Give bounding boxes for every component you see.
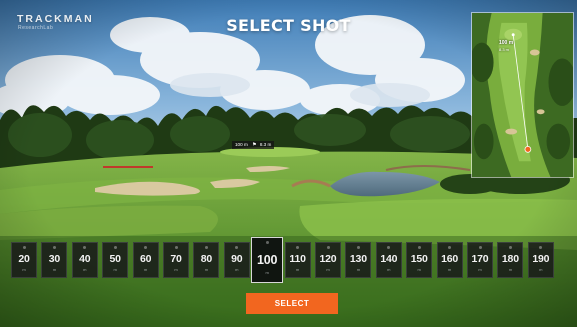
tile-dot-icon: [508, 246, 512, 249]
distance-unit: m: [204, 267, 209, 272]
distance-value: 50: [109, 253, 121, 265]
distance-value: 20: [18, 253, 30, 265]
minimap-distance-label: 100 m: [499, 40, 514, 46]
distance-option-80[interactable]: 80 m: [193, 242, 220, 278]
distance-unit: m: [265, 270, 269, 275]
distance-option-170[interactable]: 170 m: [467, 242, 493, 278]
distance-value: 180: [501, 253, 519, 265]
distance-value: 150: [410, 253, 428, 265]
distance-option-40[interactable]: 40 m: [71, 242, 98, 278]
distance-unit: m: [539, 267, 543, 272]
distance-unit: m: [52, 267, 57, 272]
distance-unit: m: [174, 267, 178, 272]
distance-value: 100: [257, 253, 278, 267]
distance-unit: m: [447, 267, 452, 272]
tile-dot-icon: [539, 246, 543, 249]
distance-option-130[interactable]: 130 m: [345, 242, 372, 278]
distance-value: 190: [532, 253, 550, 265]
distance-value: 140: [380, 253, 398, 265]
distance-value: 70: [170, 253, 182, 265]
tile-dot-icon: [204, 246, 208, 249]
flag-icon: ⚑: [252, 142, 257, 148]
tile-dot-icon: [417, 246, 421, 249]
distance-option-160[interactable]: 160 m: [436, 242, 463, 278]
distance-option-110[interactable]: 110 m: [284, 242, 311, 278]
distance-value: 160: [441, 253, 459, 265]
distance-option-100[interactable]: 100 m: [251, 237, 284, 283]
distance-value: 90: [231, 253, 243, 265]
distance-option-60[interactable]: 60 m: [132, 242, 159, 278]
tile-dot-icon: [387, 246, 391, 249]
distance-option-190[interactable]: 190 m: [527, 242, 554, 278]
tile-dot-icon: [296, 246, 300, 249]
tile-dot-icon: [326, 246, 330, 249]
tile-dot-icon: [144, 246, 148, 249]
distance-value: 170: [471, 253, 489, 265]
distance-unit: m: [235, 267, 239, 272]
distance-value: 130: [349, 253, 367, 265]
distance-value: 30: [48, 253, 61, 265]
distance-option-90[interactable]: 90 m: [223, 242, 250, 278]
distance-unit: m: [83, 267, 87, 272]
distance-unit: m: [478, 267, 482, 272]
distance-option-50[interactable]: 50 m: [102, 242, 129, 278]
tile-dot-icon: [356, 246, 360, 249]
distance-option-120[interactable]: 120 m: [315, 242, 341, 278]
distance-unit: m: [22, 267, 26, 272]
minimap-sub-label: 8.3 m: [499, 47, 510, 52]
distance-option-140[interactable]: 140 m: [375, 242, 402, 278]
tile-dot-icon: [113, 246, 117, 249]
tile-dot-icon: [83, 246, 87, 249]
distance-unit: m: [508, 267, 513, 272]
distance-unit: m: [143, 267, 148, 272]
distance-value: 40: [79, 253, 91, 265]
distance-unit: m: [295, 267, 300, 272]
green-distance-tag: 100 m ⚑ 8.3 m: [232, 141, 275, 149]
tile-dot-icon: [265, 241, 269, 244]
distance-value: 110: [289, 253, 306, 265]
distance-option-20[interactable]: 20 m: [11, 242, 37, 278]
distance-option-30[interactable]: 30 m: [41, 242, 68, 278]
tile-dot-icon: [22, 246, 26, 249]
distance-option-150[interactable]: 150 m: [406, 242, 433, 278]
pin-distance-value: 8.3 m: [259, 142, 272, 147]
tile-dot-icon: [448, 246, 452, 249]
distance-option-70[interactable]: 70 m: [163, 242, 189, 278]
tile-dot-icon: [478, 246, 482, 249]
distance-option-180[interactable]: 180 m: [497, 242, 524, 278]
select-button[interactable]: SELECT: [246, 293, 338, 314]
distance-selector: 20 m 30 m 40 m 50 m 60 m 70 m 80 m 90 m 100 m 110 m 120 m 130 m…: [11, 237, 567, 283]
distance-value: 80: [200, 253, 213, 265]
distance-unit: m: [326, 267, 330, 272]
tile-dot-icon: [235, 246, 239, 249]
tile-dot-icon: [52, 246, 56, 249]
distance-value: 120: [319, 253, 337, 265]
green-distance-value: 100 m: [235, 142, 248, 147]
distance-unit: m: [417, 267, 421, 272]
distance-unit: m: [356, 267, 361, 272]
tile-dot-icon: [174, 246, 178, 249]
hole-minimap: [471, 12, 574, 178]
distance-value: 60: [139, 253, 152, 265]
distance-unit: m: [387, 267, 391, 272]
distance-unit: m: [113, 267, 117, 272]
